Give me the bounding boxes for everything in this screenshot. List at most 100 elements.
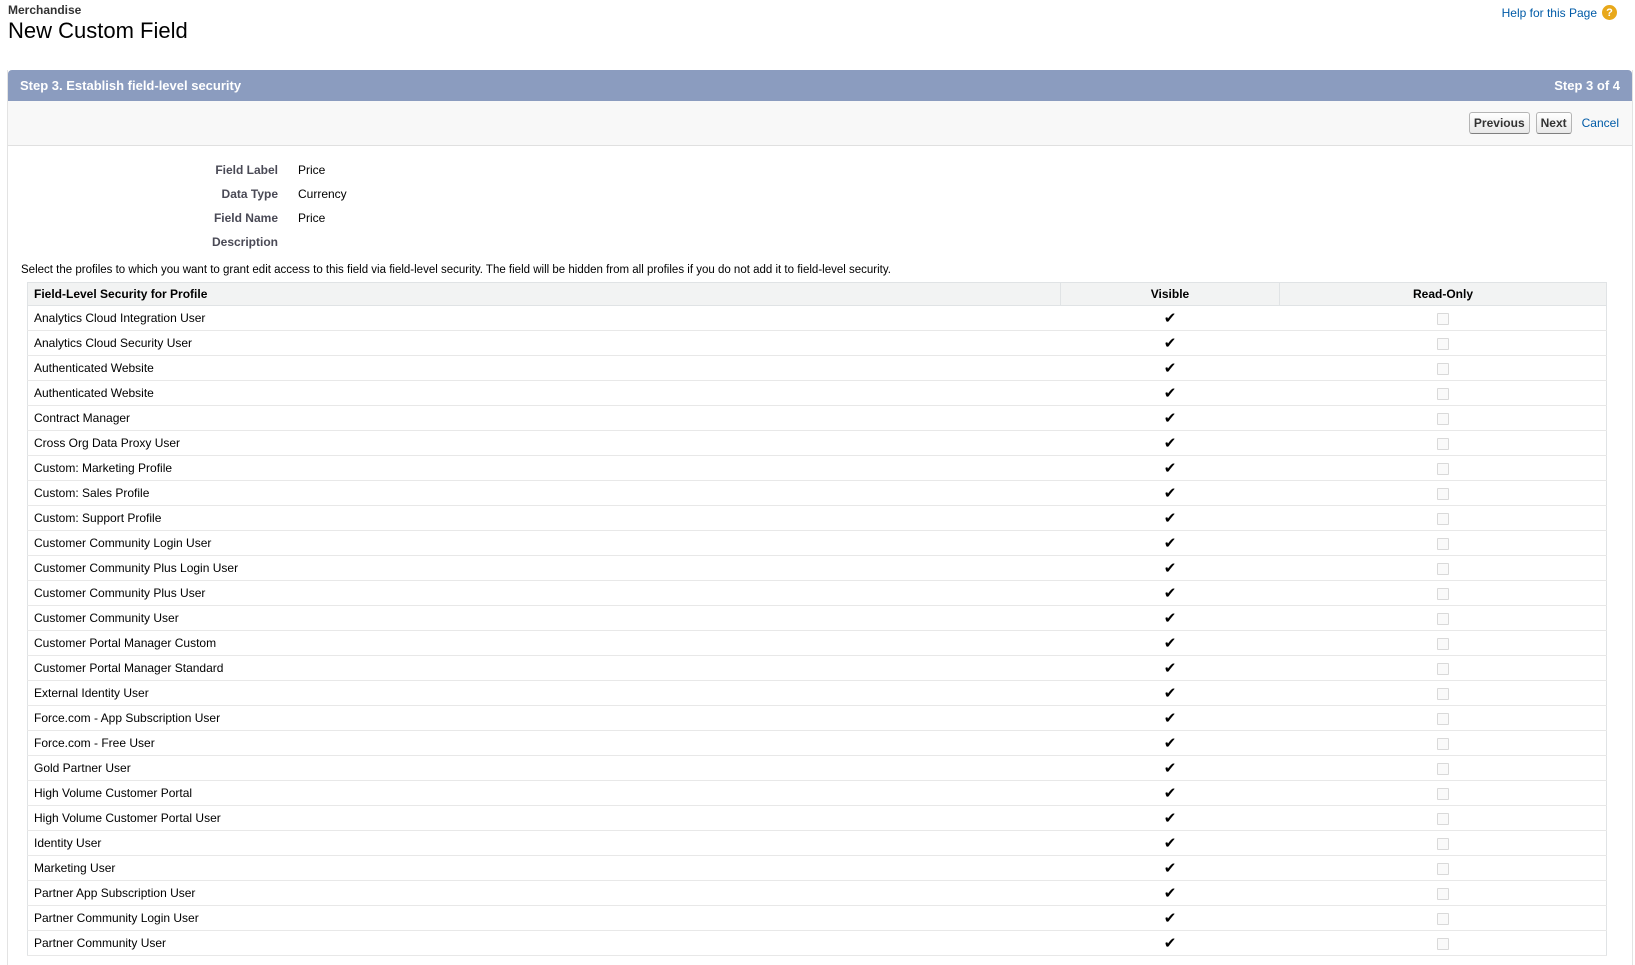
visible-cell: ✔ bbox=[1060, 330, 1280, 356]
read-only-checkbox[interactable] bbox=[1436, 937, 1449, 950]
checkmark-icon[interactable]: ✔ bbox=[1164, 860, 1177, 877]
checkmark-icon[interactable]: ✔ bbox=[1164, 410, 1177, 427]
checkmark-icon[interactable]: ✔ bbox=[1164, 460, 1177, 477]
read-only-checkbox[interactable] bbox=[1436, 612, 1449, 625]
profile-name: Customer Portal Manager Custom bbox=[27, 630, 1061, 656]
read-only-checkbox[interactable] bbox=[1436, 412, 1449, 425]
visible-cell: ✔ bbox=[1060, 655, 1280, 681]
read-only-checkbox[interactable] bbox=[1436, 712, 1449, 725]
detail-value: Price bbox=[298, 211, 326, 225]
previous-button[interactable]: Previous bbox=[1468, 112, 1530, 134]
cancel-link[interactable]: Cancel bbox=[1582, 116, 1619, 130]
checkmark-icon[interactable]: ✔ bbox=[1164, 560, 1177, 577]
profile-name: Analytics Cloud Integration User bbox=[27, 305, 1061, 331]
read-only-checkbox[interactable] bbox=[1436, 887, 1449, 900]
table-row: Customer Community Plus Login User ✔ bbox=[27, 555, 1607, 581]
read-only-checkbox[interactable] bbox=[1436, 312, 1449, 325]
read-only-checkbox[interactable] bbox=[1436, 912, 1449, 925]
profile-name: Custom: Support Profile bbox=[27, 505, 1061, 531]
table-row: Force.com - Free User ✔ bbox=[27, 730, 1607, 756]
checkmark-icon[interactable]: ✔ bbox=[1164, 710, 1177, 727]
read-only-cell bbox=[1279, 430, 1607, 456]
read-only-cell bbox=[1279, 855, 1607, 881]
checkmark-icon[interactable]: ✔ bbox=[1164, 335, 1177, 352]
checkmark-icon[interactable]: ✔ bbox=[1164, 585, 1177, 602]
checkmark-icon[interactable]: ✔ bbox=[1164, 835, 1177, 852]
read-only-cell bbox=[1279, 905, 1607, 931]
read-only-checkbox[interactable] bbox=[1436, 462, 1449, 475]
checkmark-icon[interactable]: ✔ bbox=[1164, 910, 1177, 927]
read-only-checkbox[interactable] bbox=[1436, 562, 1449, 575]
read-only-cell bbox=[1279, 355, 1607, 381]
next-button[interactable]: Next bbox=[1535, 112, 1572, 134]
checkmark-icon[interactable]: ✔ bbox=[1164, 510, 1177, 527]
read-only-checkbox[interactable] bbox=[1436, 512, 1449, 525]
read-only-checkbox[interactable] bbox=[1436, 812, 1449, 825]
read-only-checkbox[interactable] bbox=[1436, 637, 1449, 650]
visible-cell: ✔ bbox=[1060, 305, 1280, 331]
detail-label: Field Name bbox=[213, 211, 278, 225]
profile-name: High Volume Customer Portal bbox=[27, 780, 1061, 806]
read-only-checkbox[interactable] bbox=[1436, 587, 1449, 600]
profile-name: Partner Community Login User bbox=[27, 905, 1061, 931]
read-only-checkbox[interactable] bbox=[1436, 787, 1449, 800]
profile-name: Gold Partner User bbox=[27, 755, 1061, 781]
detail-value: Currency bbox=[298, 187, 347, 201]
read-only-checkbox[interactable] bbox=[1436, 862, 1449, 875]
profile-name: Analytics Cloud Security User bbox=[27, 330, 1061, 356]
help-for-this-page-link[interactable]: Help for this Page ? bbox=[1502, 5, 1617, 20]
read-only-checkbox[interactable] bbox=[1436, 662, 1449, 675]
checkmark-icon[interactable]: ✔ bbox=[1164, 885, 1177, 902]
read-only-checkbox[interactable] bbox=[1436, 362, 1449, 375]
checkmark-icon[interactable]: ✔ bbox=[1164, 685, 1177, 702]
checkmark-icon[interactable]: ✔ bbox=[1164, 810, 1177, 827]
visible-cell: ✔ bbox=[1060, 705, 1280, 731]
profile-name: Force.com - App Subscription User bbox=[27, 705, 1061, 731]
read-only-checkbox[interactable] bbox=[1436, 837, 1449, 850]
read-only-checkbox[interactable] bbox=[1436, 762, 1449, 775]
table-row: Customer Portal Manager Standard ✔ bbox=[27, 655, 1607, 681]
checkmark-icon[interactable]: ✔ bbox=[1164, 385, 1177, 402]
checkmark-icon[interactable]: ✔ bbox=[1164, 535, 1177, 552]
read-only-checkbox[interactable] bbox=[1436, 337, 1449, 350]
read-only-checkbox[interactable] bbox=[1436, 737, 1449, 750]
table-row: High Volume Customer Portal ✔ bbox=[27, 780, 1607, 806]
table-header-row: Field-Level Security for Profile Visible… bbox=[27, 282, 1607, 306]
checkmark-icon[interactable]: ✔ bbox=[1164, 485, 1177, 502]
profile-name: Contract Manager bbox=[27, 405, 1061, 431]
checkmark-icon[interactable]: ✔ bbox=[1164, 610, 1177, 627]
visible-cell: ✔ bbox=[1060, 630, 1280, 656]
profile-name: Partner Community User bbox=[27, 930, 1061, 956]
table-row: Analytics Cloud Integration User ✔ bbox=[27, 305, 1607, 331]
table-row: Custom: Marketing Profile ✔ bbox=[27, 455, 1607, 481]
checkmark-icon[interactable]: ✔ bbox=[1164, 660, 1177, 677]
profile-name: Force.com - Free User bbox=[27, 730, 1061, 756]
checkmark-icon[interactable]: ✔ bbox=[1164, 635, 1177, 652]
read-only-cell bbox=[1279, 405, 1607, 431]
profile-name: Identity User bbox=[27, 830, 1061, 856]
visible-cell: ✔ bbox=[1060, 505, 1280, 531]
checkmark-icon[interactable]: ✔ bbox=[1164, 935, 1177, 952]
detail-label: Field Label bbox=[215, 163, 278, 177]
help-icon: ? bbox=[1602, 5, 1617, 20]
checkmark-icon[interactable]: ✔ bbox=[1164, 785, 1177, 802]
read-only-checkbox[interactable] bbox=[1436, 387, 1449, 400]
read-only-checkbox[interactable] bbox=[1436, 687, 1449, 700]
visible-cell: ✔ bbox=[1060, 580, 1280, 606]
read-only-checkbox[interactable] bbox=[1436, 487, 1449, 500]
visible-cell: ✔ bbox=[1060, 555, 1280, 581]
detail-row: Data Type Currency bbox=[8, 182, 1632, 206]
table-row: Force.com - App Subscription User ✔ bbox=[27, 705, 1607, 731]
table-row: Marketing User ✔ bbox=[27, 855, 1607, 881]
profile-name: External Identity User bbox=[27, 680, 1061, 706]
read-only-cell bbox=[1279, 555, 1607, 581]
visible-cell: ✔ bbox=[1060, 755, 1280, 781]
checkmark-icon[interactable]: ✔ bbox=[1164, 435, 1177, 452]
checkmark-icon[interactable]: ✔ bbox=[1164, 735, 1177, 752]
read-only-checkbox[interactable] bbox=[1436, 437, 1449, 450]
read-only-checkbox[interactable] bbox=[1436, 537, 1449, 550]
checkmark-icon[interactable]: ✔ bbox=[1164, 310, 1177, 327]
checkmark-icon[interactable]: ✔ bbox=[1164, 760, 1177, 777]
read-only-cell bbox=[1279, 455, 1607, 481]
checkmark-icon[interactable]: ✔ bbox=[1164, 360, 1177, 377]
